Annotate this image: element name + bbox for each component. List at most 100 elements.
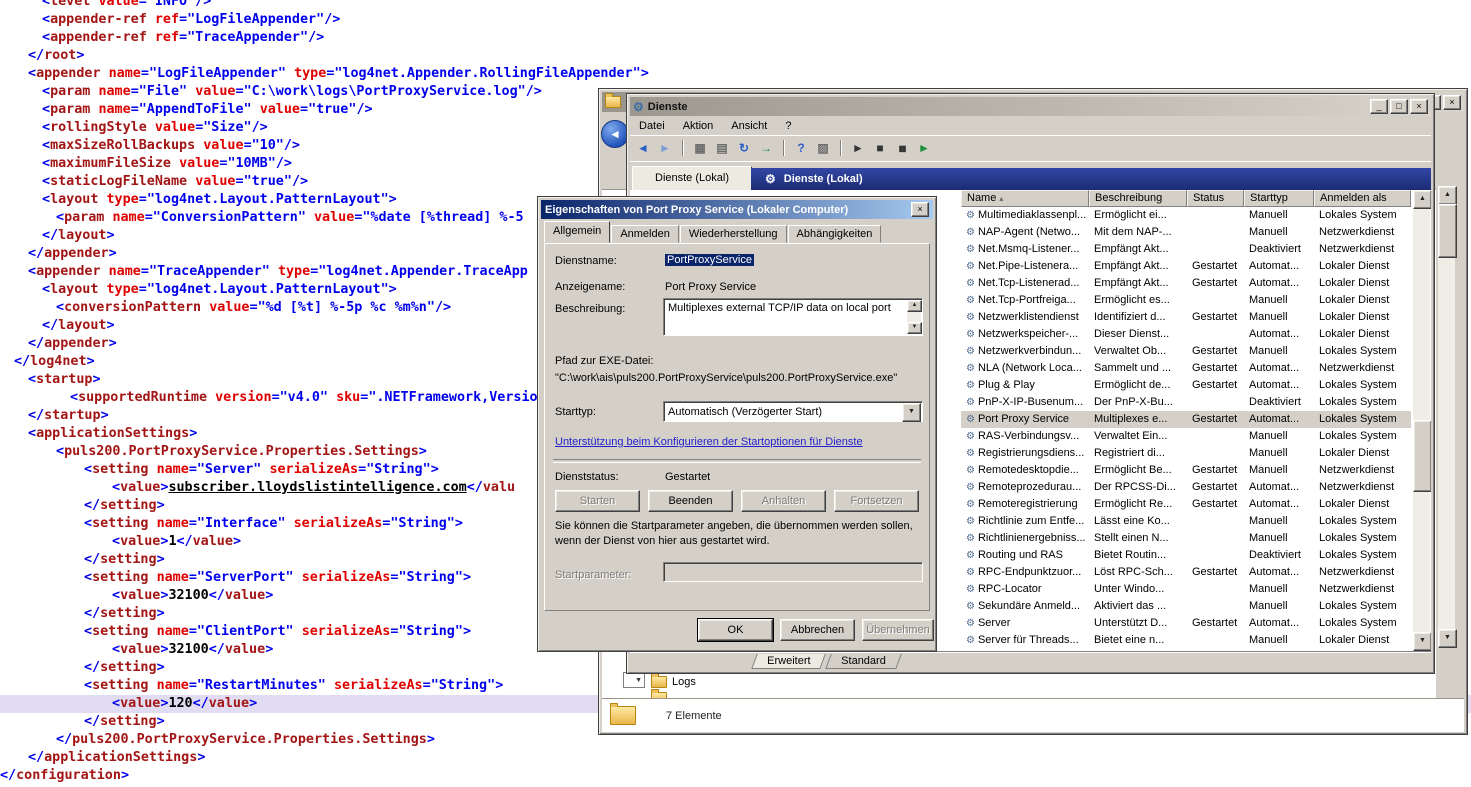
service-row[interactable]: ⚙NLA (Network Loca...Sammelt und ...Gest… (961, 360, 1411, 377)
dialog-tab-abh-ngigkeiten[interactable]: Abhängigkeiten (788, 225, 882, 243)
scroll-down-button[interactable]: ▼ (1413, 632, 1431, 651)
service-row[interactable]: ⚙Remotedesktopdie...Ermöglicht Be...Gest… (961, 462, 1411, 479)
service-row[interactable]: ⚙NAP-Agent (Netwo...Mit dem NAP-...Manue… (961, 224, 1411, 241)
scroll-down-button[interactable]: ▼ (907, 322, 922, 334)
cell-logon: Lokales System (1314, 428, 1411, 445)
scrollbar-thumb[interactable] (1438, 204, 1457, 258)
menu-item-datei[interactable]: Datei (630, 120, 674, 132)
cell-status: Gestartet (1187, 343, 1244, 360)
scroll-up-button[interactable]: ▲ (1413, 190, 1431, 209)
service-row[interactable]: ⚙Port Proxy ServiceMultiplexes e...Gesta… (961, 411, 1411, 428)
startparameter-note-line2: wenn der Dienst von hier aus gestartet w… (555, 535, 770, 547)
chevron-down-icon[interactable]: ▼ (902, 403, 921, 422)
service-row[interactable]: ⚙Net.Tcp-Portfreiga...Ermöglicht es...Ma… (961, 292, 1411, 309)
service-row[interactable]: ⚙Net.Msmq-Listener...Empfängt Akt...Deak… (961, 241, 1411, 258)
scroll-down-button[interactable]: ▼ (1438, 629, 1457, 648)
service-row[interactable]: ⚙PnP-X-IP-Busenum...Der PnP-X-Bu...Deakt… (961, 394, 1411, 411)
menu-item-?[interactable]: ? (776, 120, 800, 132)
tab-dienste-lokal[interactable]: Dienste (Lokal) (632, 166, 752, 191)
pause-service-icon[interactable]: ▮▮ (894, 144, 910, 153)
close-button[interactable]: × (911, 202, 929, 217)
services-scrollbar[interactable]: ▲ ▼ (1413, 190, 1430, 649)
service-row[interactable]: ⚙Plug & PlayErmöglicht de...GestartetAut… (961, 377, 1411, 394)
menu-item-ansicht[interactable]: Ansicht (722, 120, 776, 132)
cell-logon: Lokaler Dienst (1314, 632, 1411, 649)
service-row[interactable]: ⚙Remoteprozedurau...Der RPCSS-Di...Gesta… (961, 479, 1411, 496)
dialog-tab-anmelden[interactable]: Anmelden (611, 225, 679, 243)
service-row[interactable]: ⚙RPC-Endpunktzuor...Löst RPC-Sch...Gesta… (961, 564, 1411, 581)
back-button[interactable]: ◄ (601, 120, 629, 148)
column-header-beschreibung[interactable]: Beschreibung (1089, 190, 1187, 207)
startoptions-help-link[interactable]: Unterstützung beim Konfigurieren der Sta… (555, 436, 863, 448)
service-gear-icon: ⚙ (966, 241, 975, 258)
abbrechen-button[interactable]: Abbrechen (780, 619, 855, 641)
cell-name: ⚙RAS-Verbindungsv... (961, 428, 1089, 445)
sort-asc-icon: ▴ (999, 194, 1003, 203)
column-header-name[interactable]: Name▴ (961, 190, 1089, 207)
export-list-icon[interactable]: ▤ (714, 141, 730, 155)
scroll-up-button[interactable]: ▲ (907, 300, 922, 312)
back-icon[interactable]: ◄ (635, 141, 651, 155)
service-gear-icon: ⚙ (966, 564, 975, 581)
dialog-titlebar[interactable]: Eigenschaften von Port Proxy Service (Lo… (541, 200, 933, 219)
scrollbar-thumb[interactable] (1413, 420, 1431, 492)
column-header-status[interactable]: Status (1187, 190, 1244, 207)
column-header-anmelden-als[interactable]: Anmelden als (1314, 190, 1411, 207)
beschreibung-textbox[interactable]: Multiplexes external TCP/IP data on loca… (663, 298, 923, 336)
dialog-tab-wiederherstellung[interactable]: Wiederherstellung (680, 225, 787, 243)
service-row[interactable]: ⚙Server für Threads...Bietet eine n...Ma… (961, 632, 1411, 649)
scroll-up-button[interactable]: ▲ (1438, 186, 1457, 205)
beschreibung-scrollbar[interactable]: ▲ ▼ (907, 300, 921, 334)
service-row[interactable]: ⚙ServerUnterstützt D...GestartetAutomat.… (961, 615, 1411, 632)
service-row[interactable]: ⚙RAS-Verbindungsv...Verwaltet Ein...Manu… (961, 428, 1411, 445)
service-gear-icon: ⚙ (966, 479, 975, 496)
cell-start: Manuell (1244, 598, 1314, 615)
window-icon[interactable]: ▨ (815, 141, 831, 155)
view-tab-standard[interactable]: Standard (826, 654, 902, 669)
anzeigename-field[interactable]: Port Proxy Service (665, 281, 756, 293)
close-button[interactable]: × (1410, 99, 1428, 114)
service-row[interactable]: ⚙Net.Pipe-Listenera...Empfängt Akt...Ges… (961, 258, 1411, 275)
maximize-button[interactable]: □ (1390, 99, 1408, 114)
beenden-button[interactable]: Beenden (648, 490, 733, 512)
column-header-starttyp[interactable]: Starttyp (1244, 190, 1314, 207)
cell-status (1187, 598, 1244, 615)
export-icon[interactable]: → (758, 141, 774, 155)
service-row[interactable]: ⚙Netzwerkspeicher-...Dieser Dienst...Aut… (961, 326, 1411, 343)
service-row[interactable]: ⚙Richtlinienergebniss...Stellt einen N..… (961, 530, 1411, 547)
refresh-icon[interactable]: ↻ (736, 141, 752, 155)
forward-icon[interactable]: ► (657, 141, 673, 155)
stop-service-icon[interactable]: ■ (872, 141, 888, 155)
services-titlebar[interactable]: ⚙ Dienste _□× (630, 97, 1431, 116)
cell-start: Manuell (1244, 207, 1314, 224)
service-row[interactable]: ⚙Net.Tcp-Listenerad...Empfängt Akt...Ges… (961, 275, 1411, 292)
service-row[interactable]: ⚙Richtlinie zum Entfe...Lässt eine Ko...… (961, 513, 1411, 530)
service-row[interactable]: ⚙NetzwerklistendienstIdentifiziert d...G… (961, 309, 1411, 326)
service-row[interactable]: ⚙Registrierungsdiens...Registriert di...… (961, 445, 1411, 462)
cell-status (1187, 530, 1244, 547)
start-service-icon[interactable]: ► (850, 141, 866, 155)
cell-logon: Lokales System (1314, 394, 1411, 411)
tree-dropdown[interactable]: ▼ (623, 672, 645, 688)
service-row[interactable]: ⚙RemoteregistrierungErmöglicht Re...Gest… (961, 496, 1411, 513)
starttyp-combobox[interactable]: Automatisch (Verzögerter Start) ▼ (663, 401, 923, 422)
service-row[interactable]: ⚙Multimediaklassenpl...Ermöglicht ei...M… (961, 207, 1411, 224)
explorer-scrollbar[interactable]: ▲ ▼ (1438, 186, 1455, 646)
close-button[interactable]: × (1443, 95, 1461, 110)
view-tab-erweitert[interactable]: Erweitert (751, 654, 826, 669)
service-gear-icon: ⚙ (966, 598, 975, 615)
dialog-tab-allgemein[interactable]: Allgemein (544, 221, 610, 243)
show-console-tree-icon[interactable]: ▦ (692, 141, 708, 155)
help-icon[interactable]: ? (793, 141, 809, 155)
cell-start: Manuell (1244, 513, 1314, 530)
tree-item[interactable]: Logs (651, 674, 871, 690)
service-row[interactable]: ⚙Sekundäre Anmeld...Aktiviert das ...Man… (961, 598, 1411, 615)
minimize-button[interactable]: _ (1370, 99, 1388, 114)
menu-item-aktion[interactable]: Aktion (674, 120, 723, 132)
service-row[interactable]: ⚙Netzwerkverbindun...Verwaltet Ob...Gest… (961, 343, 1411, 360)
ok-button[interactable]: OK (698, 619, 773, 641)
restart-service-icon[interactable]: ► (916, 141, 932, 155)
dienstname-field[interactable]: PortProxyService (665, 254, 754, 266)
service-row[interactable]: ⚙Routing und RASBietet Routin...Deaktivi… (961, 547, 1411, 564)
service-row[interactable]: ⚙RPC-LocatorUnter Windo...ManuellNetzwer… (961, 581, 1411, 598)
